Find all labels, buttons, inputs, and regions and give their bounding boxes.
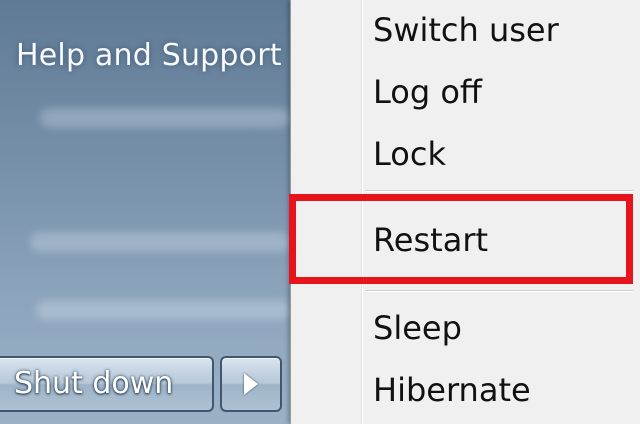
blurred-text-line [36,300,290,320]
menu-separator [365,290,633,291]
menu-separator [365,190,633,191]
menu-item-lock[interactable]: Lock [291,126,637,184]
menu-item-label: Switch user [373,11,559,49]
help-and-support-link[interactable]: Help and Support [16,38,282,73]
chevron-right-icon [244,373,258,395]
restart-highlight-annotation [289,194,633,284]
blurred-text-line [40,108,290,128]
menu-item-label: Hibernate [373,371,531,409]
menu-item-sleep[interactable]: Sleep [291,300,637,358]
menu-item-label: Sleep [373,309,462,347]
screenshot-stage: Help and Support Shut down Switch user L… [0,0,640,424]
menu-item-hibernate[interactable]: Hibernate [291,362,637,420]
menu-item-log-off[interactable]: Log off [291,64,637,122]
shut-down-options-button[interactable] [220,356,282,412]
menu-item-label: Lock [373,135,446,173]
menu-item-switch-user[interactable]: Switch user [291,2,637,60]
menu-item-label: Log off [373,73,482,111]
blurred-text-line [30,232,290,252]
shut-down-button[interactable]: Shut down [0,356,214,412]
